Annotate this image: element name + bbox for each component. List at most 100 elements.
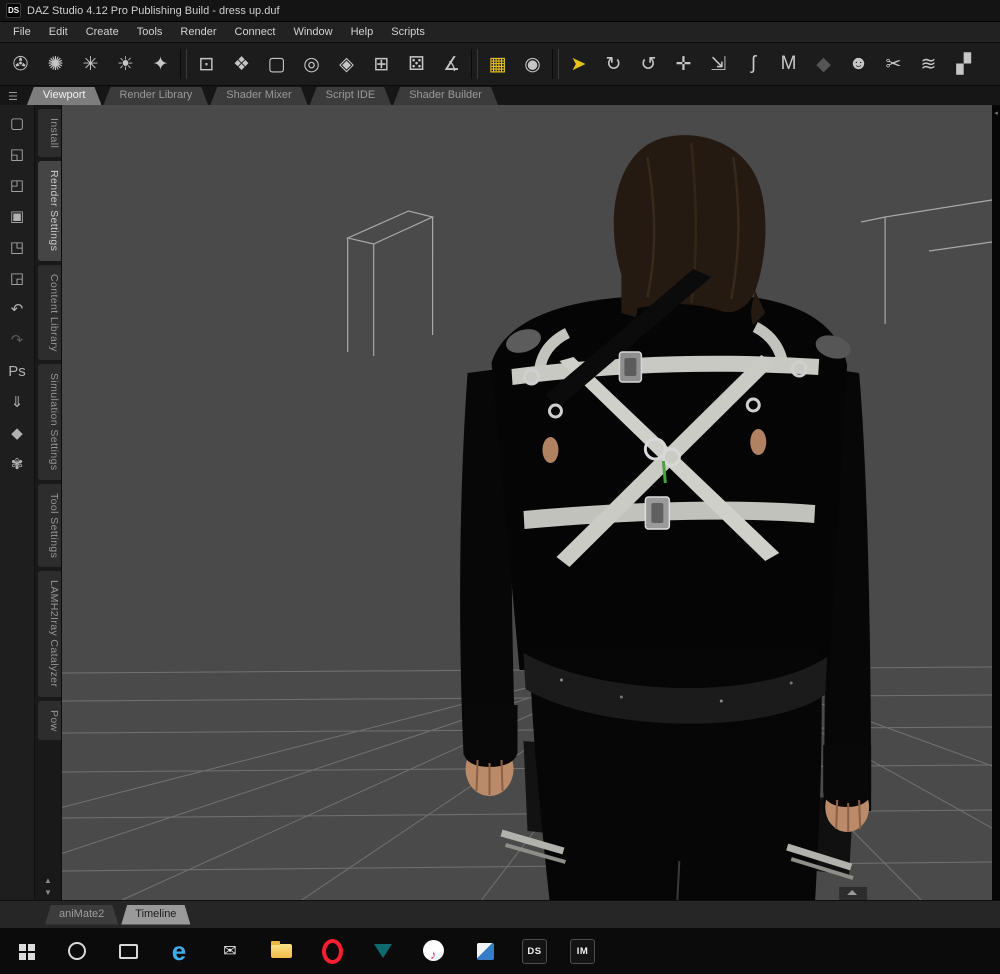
opera-icon[interactable] bbox=[318, 935, 346, 967]
node-weight-brush-icon[interactable]: ◆ bbox=[806, 46, 841, 82]
scroll-up-icon[interactable]: ▲ bbox=[44, 876, 52, 885]
side-tab-scroll: ▲ ▼ bbox=[35, 873, 61, 900]
side-tab-tool-settings[interactable]: Tool Settings bbox=[38, 483, 61, 568]
app-logo-icon: DS bbox=[6, 3, 21, 18]
tab-timeline[interactable]: Timeline bbox=[121, 905, 190, 925]
menu-tools[interactable]: Tools bbox=[128, 24, 172, 40]
smart-content-icon[interactable]: ◆ bbox=[0, 421, 34, 445]
file-toolbar: ▢ ◱ ◰ ▣ ◳ ◲ ↶ ↷ Ps ⇓ ◆ ✾ bbox=[0, 105, 35, 900]
tool-icon[interactable] bbox=[471, 49, 478, 79]
side-tab-strip: Install Render Settings Content Library Sim… bbox=[35, 105, 61, 873]
mail-icon[interactable]: ✉ bbox=[216, 935, 244, 967]
tab-animate2[interactable]: aniMate2 bbox=[45, 905, 118, 925]
side-tab-pow[interactable]: Pow bbox=[38, 700, 61, 741]
tab-script-ide[interactable]: Script IDE bbox=[310, 87, 392, 105]
pane-options-icon[interactable]: ☰ bbox=[8, 90, 18, 103]
twist-tool-icon[interactable]: ↺ bbox=[631, 46, 666, 82]
undo-icon[interactable]: ↶ bbox=[0, 297, 34, 321]
new-spotlight-icon[interactable]: ✺ bbox=[38, 46, 73, 82]
tool-icon[interactable] bbox=[552, 49, 559, 79]
figure-setup-icon[interactable]: ✾ bbox=[0, 452, 34, 476]
side-tab-render-settings[interactable]: Render Settings bbox=[38, 161, 61, 261]
right-dock-strip[interactable]: ◂ bbox=[992, 105, 1000, 900]
tool-icon[interactable] bbox=[180, 49, 187, 79]
transfer-utility-icon[interactable]: ▞ bbox=[946, 46, 981, 82]
itunes-icon[interactable]: ♪ bbox=[420, 935, 448, 967]
doc-tab-group: Viewport Render Library Shader Mixer Script… bbox=[27, 87, 498, 105]
menu-bar: File Edit Create Tools Render Connect Window He… bbox=[0, 22, 1000, 43]
create-node-icon[interactable]: ⊞ bbox=[364, 46, 399, 82]
file-explorer-icon[interactable] bbox=[267, 935, 295, 967]
open-file-icon[interactable]: ◱ bbox=[0, 142, 34, 166]
save-icon[interactable]: ▣ bbox=[0, 204, 34, 228]
edge-icon[interactable]: e bbox=[165, 935, 193, 967]
side-dock: Install Render Settings Content Library Sim… bbox=[35, 105, 62, 900]
save-last-icon[interactable]: ◳ bbox=[0, 235, 34, 259]
aux-viewport-icon[interactable]: ◉ bbox=[515, 46, 550, 82]
window-title: DAZ Studio 4.12 Pro Publishing Build - d… bbox=[27, 4, 280, 17]
render-queue-icon[interactable]: ⇓ bbox=[0, 390, 34, 414]
scale-tool-icon[interactable]: ⇲ bbox=[701, 46, 736, 82]
merge-file-icon[interactable]: ◰ bbox=[0, 173, 34, 197]
new-point-light-icon[interactable]: ✳ bbox=[73, 46, 108, 82]
instance-node-icon[interactable]: ⚄ bbox=[399, 46, 434, 82]
render-icon[interactable]: ▦ bbox=[480, 46, 515, 82]
scene-3d bbox=[62, 105, 992, 900]
surface-selection-tool-icon[interactable]: M bbox=[771, 46, 806, 82]
menu-help[interactable]: Help bbox=[342, 24, 383, 40]
tab-viewport[interactable]: Viewport bbox=[27, 87, 102, 105]
joint-editor-tool-icon[interactable]: ☻ bbox=[841, 46, 876, 82]
install-manager-icon[interactable]: IM bbox=[570, 938, 595, 964]
export-icon[interactable]: ◲ bbox=[0, 266, 34, 290]
daz-studio-window: DS DAZ Studio 4.12 Pro Publishing Build … bbox=[0, 0, 1000, 974]
frame-camera-icon[interactable]: ⊡ bbox=[189, 46, 224, 82]
main-toolbar: ✇ ✺ ✳ ☀ ✦ ⊡ ❖ ▢ ◎ ◈ ⊞ ⚄ ∡ ▦ ◉ ➤ ↻ ↺ ✛ ⇲ ʃ M ◆ ☻ ✂ ≋ ▞ bbox=[0, 43, 1000, 86]
node-selection-tool-icon[interactable]: ➤ bbox=[561, 46, 596, 82]
menu-edit[interactable]: Edit bbox=[40, 24, 77, 40]
tab-shader-builder[interactable]: Shader Builder bbox=[393, 87, 498, 105]
task-view-button[interactable] bbox=[114, 935, 142, 967]
tab-render-library[interactable]: Render Library bbox=[103, 87, 208, 105]
new-distant-light-icon[interactable]: ☀ bbox=[108, 46, 143, 82]
menu-window[interactable]: Window bbox=[284, 24, 341, 40]
group-node-icon[interactable]: ◈ bbox=[329, 46, 364, 82]
side-tab-install[interactable]: Install bbox=[38, 109, 61, 158]
menu-scripts[interactable]: Scripts bbox=[382, 24, 434, 40]
daz-studio-icon[interactable]: DS bbox=[522, 938, 547, 964]
geometry-editor-tool-icon[interactable]: ✂ bbox=[876, 46, 911, 82]
side-tab-simulation-settings[interactable]: Simulation Settings bbox=[38, 364, 61, 480]
bounding-box-icon[interactable]: ▢ bbox=[259, 46, 294, 82]
title-bar: DS DAZ Studio 4.12 Pro Publishing Build … bbox=[0, 0, 1000, 22]
cortana-button[interactable] bbox=[63, 935, 91, 967]
predator-app-icon[interactable] bbox=[369, 935, 397, 967]
rotate-tool-icon[interactable]: ↻ bbox=[596, 46, 631, 82]
bottom-tab-bar: aniMate2 Timeline bbox=[0, 900, 1000, 928]
measure-metrics-icon[interactable]: ∡ bbox=[434, 46, 469, 82]
main-area: ▢ ◱ ◰ ▣ ◳ ◲ ↶ ↷ Ps ⇓ ◆ ✾ Install Render Settings Cont… bbox=[0, 105, 1000, 900]
new-linear-light-icon[interactable]: ✦ bbox=[143, 46, 178, 82]
new-primitive-icon[interactable]: ❖ bbox=[224, 46, 259, 82]
viewport-3d[interactable] bbox=[62, 105, 992, 900]
redo-icon[interactable]: ↷ bbox=[0, 328, 34, 352]
windows-taskbar: e ✉ ♪ DS IM bbox=[0, 928, 1000, 974]
pane-tab-bar: ☰ Viewport Render Library Shader Mixer Scri… bbox=[0, 86, 1000, 105]
hair-tool-icon[interactable]: ≋ bbox=[911, 46, 946, 82]
side-tab-content-library[interactable]: Content Library bbox=[38, 264, 61, 361]
translate-tool-icon[interactable]: ✛ bbox=[666, 46, 701, 82]
start-button[interactable] bbox=[12, 935, 40, 967]
photoshop-bridge-icon[interactable]: Ps bbox=[0, 359, 34, 383]
tab-shader-mixer[interactable]: Shader Mixer bbox=[210, 87, 307, 105]
menu-render[interactable]: Render bbox=[171, 24, 225, 40]
menu-connect[interactable]: Connect bbox=[226, 24, 285, 40]
blue-cube-app-icon[interactable] bbox=[471, 935, 499, 967]
scroll-down-icon[interactable]: ▼ bbox=[44, 888, 52, 897]
dock-handle-icon[interactable]: ◂ bbox=[994, 109, 998, 117]
viewport-corner-widget bbox=[839, 887, 868, 900]
menu-create[interactable]: Create bbox=[77, 24, 128, 40]
active-pose-tool-icon[interactable]: ʃ bbox=[736, 46, 771, 82]
new-file-icon[interactable]: ▢ bbox=[0, 111, 34, 135]
aim-at-icon[interactable]: ◎ bbox=[294, 46, 329, 82]
menu-file[interactable]: File bbox=[4, 24, 40, 40]
new-camera-icon[interactable]: ✇ bbox=[3, 46, 38, 82]
side-tab-lamh2iray-catalyzer[interactable]: LAMH2Iray Catalyzer bbox=[38, 571, 61, 697]
